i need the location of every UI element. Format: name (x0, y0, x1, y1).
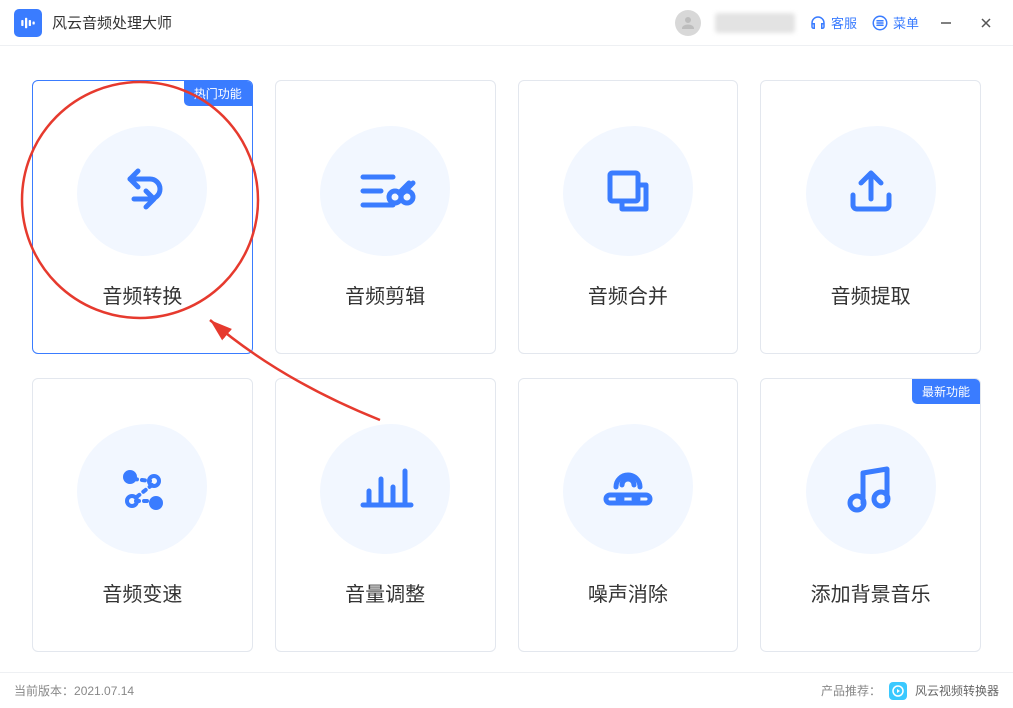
recommend-label: 产品推荐： (821, 682, 881, 699)
recommend-product-link[interactable]: 风云视频转换器 (915, 682, 999, 699)
app-window: 风云音频处理大师 客服 菜单 (0, 0, 1013, 708)
edit-icon (320, 126, 450, 256)
card-volume-adjust[interactable]: 音量调整 (275, 378, 496, 652)
card-audio-edit[interactable]: 音频剪辑 (275, 80, 496, 354)
noise-icon (563, 424, 693, 554)
card-label: 音频提取 (831, 280, 911, 309)
app-logo-icon (14, 9, 42, 37)
user-name-redacted (715, 13, 795, 33)
close-button[interactable] (973, 10, 999, 36)
card-audio-convert[interactable]: 热门功能 音频转换 (32, 80, 253, 354)
recommend-product-icon (889, 682, 907, 700)
support-button[interactable]: 客服 (809, 13, 857, 32)
version-value: 2021.07.14 (74, 684, 134, 698)
card-audio-merge[interactable]: 音频合并 (518, 80, 739, 354)
card-audio-speed[interactable]: 音频变速 (32, 378, 253, 652)
menu-icon (871, 14, 889, 32)
convert-icon (77, 126, 207, 256)
merge-icon (563, 126, 693, 256)
titlebar: 风云音频处理大师 客服 菜单 (0, 0, 1013, 46)
support-label: 客服 (831, 13, 857, 32)
card-label: 音频剪辑 (345, 280, 425, 309)
app-title: 风云音频处理大师 (52, 12, 172, 33)
hot-tag: 热门功能 (184, 81, 252, 106)
card-audio-extract[interactable]: 音频提取 (760, 80, 981, 354)
footer: 当前版本： 2021.07.14 产品推荐： 风云视频转换器 (0, 672, 1013, 708)
card-add-bgm[interactable]: 最新功能 添加背景音乐 (760, 378, 981, 652)
speed-icon (77, 424, 207, 554)
feature-grid: 热门功能 音频转换 音频剪辑 音频合并 (32, 80, 981, 652)
minimize-button[interactable] (933, 10, 959, 36)
card-noise-remove[interactable]: 噪声消除 (518, 378, 739, 652)
card-label: 音频转换 (102, 280, 182, 309)
menu-button[interactable]: 菜单 (871, 13, 919, 32)
user-avatar-icon[interactable] (675, 10, 701, 36)
card-label: 音频变速 (102, 578, 182, 607)
new-tag: 最新功能 (912, 379, 980, 404)
card-label: 音频合并 (588, 280, 668, 309)
music-icon (806, 424, 936, 554)
extract-icon (806, 126, 936, 256)
volume-icon (320, 424, 450, 554)
headset-icon (809, 14, 827, 32)
card-label: 添加背景音乐 (811, 578, 931, 607)
menu-label: 菜单 (893, 13, 919, 32)
version-label: 当前版本： (14, 682, 74, 699)
card-label: 音量调整 (345, 578, 425, 607)
main-content: 热门功能 音频转换 音频剪辑 音频合并 (0, 46, 1013, 672)
card-label: 噪声消除 (588, 578, 668, 607)
